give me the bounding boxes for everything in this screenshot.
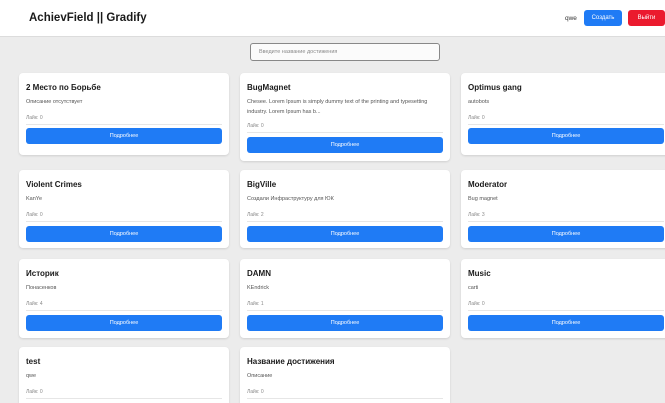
- card-likes: Лайк: 3: [468, 212, 485, 218]
- card-divider: [26, 310, 222, 311]
- card-title: test: [26, 357, 41, 366]
- card-title: Название достижения: [247, 357, 335, 366]
- card-description: KanYe: [26, 196, 43, 202]
- card-divider: [468, 221, 664, 222]
- details-button[interactable]: Подробнее: [468, 226, 664, 242]
- card-title: Music: [468, 269, 491, 278]
- details-button[interactable]: Подробнее: [247, 137, 443, 153]
- app-brand[interactable]: AchievField || Gradify: [29, 12, 147, 24]
- card-likes: Лайк: 0: [468, 301, 485, 307]
- card-description: Bug magnet: [468, 196, 498, 202]
- card-divider: [247, 310, 443, 311]
- details-button[interactable]: Подробнее: [468, 128, 664, 144]
- card-description: KEndrick: [247, 285, 270, 291]
- card-likes: Лайк: 0: [247, 123, 264, 129]
- card-divider: [26, 124, 222, 125]
- card-divider: [247, 398, 443, 399]
- card-likes: Лайк: 4: [26, 301, 43, 307]
- details-button[interactable]: Подробнее: [26, 315, 222, 331]
- achievement-card: BigVille Создали Инфраструктуру для ЮК Л…: [240, 170, 450, 248]
- card-divider: [26, 398, 222, 399]
- username-label: qwe: [565, 15, 577, 22]
- card-likes: Лайк: 0: [26, 115, 43, 121]
- achievement-card: Optimus gang autobots Лайк: 0 Подробнее: [461, 73, 665, 155]
- card-likes: Лайк: 1: [247, 301, 264, 307]
- achievement-card: test qwe Лайк: 0: [19, 347, 229, 403]
- details-button[interactable]: Подробнее: [247, 315, 443, 331]
- card-description: Описание отсутствует: [26, 99, 83, 105]
- card-description: Chesee. Lorem Ipsum is simply dummy text…: [247, 99, 428, 115]
- search-placeholder: Введите название достижения: [259, 49, 338, 55]
- details-button[interactable]: Подробнее: [26, 128, 222, 144]
- achievement-card: DAMN KEndrick Лайк: 1 Подробнее: [240, 259, 450, 338]
- achievement-card: Историк Понасенков Лайк: 4 Подробнее: [19, 259, 229, 338]
- card-title: Violent Crimes: [26, 180, 82, 189]
- card-description: Создали Инфраструктуру для ЮК: [247, 196, 334, 202]
- logout-button[interactable]: Выйти: [628, 10, 665, 26]
- card-title: 2 Место по Борьбе: [26, 83, 101, 92]
- achievement-card: Violent Crimes KanYe Лайк: 0 Подробнее: [19, 170, 229, 248]
- details-button[interactable]: Подробнее: [468, 315, 664, 331]
- card-description: autobots: [468, 99, 490, 105]
- card-divider: [247, 221, 443, 222]
- card-description: Описание: [247, 373, 273, 379]
- search-input[interactable]: Введите название достижения: [250, 43, 440, 61]
- create-button[interactable]: Создать: [584, 10, 622, 26]
- card-divider: [468, 310, 664, 311]
- achievement-card: Music carti Лайк: 0 Подробнее: [461, 259, 665, 338]
- card-divider: [26, 221, 222, 222]
- card-divider: [247, 132, 443, 133]
- top-navbar: AchievField || Gradify qwe Создать Выйти: [0, 0, 665, 37]
- card-title: BugMagnet: [247, 83, 291, 92]
- card-title: Историк: [26, 269, 59, 278]
- card-divider: [468, 124, 664, 125]
- achievement-card: BugMagnet Chesee. Lorem Ipsum is simply …: [240, 73, 450, 161]
- card-title: Optimus gang: [468, 83, 522, 92]
- card-likes: Лайк: 0: [26, 389, 43, 395]
- achievement-card: 2 Место по Борьбе Описание отсутствует Л…: [19, 73, 229, 155]
- achievement-card: Moderator Bug magnet Лайк: 3 Подробнее: [461, 170, 665, 248]
- card-title: Moderator: [468, 180, 508, 189]
- card-likes: Лайк: 0: [468, 115, 485, 121]
- card-likes: Лайк: 2: [247, 212, 264, 218]
- card-likes: Лайк: 0: [247, 389, 264, 395]
- card-description: qwe: [26, 373, 37, 379]
- card-description: Понасенков: [26, 285, 57, 291]
- card-likes: Лайк: 0: [26, 212, 43, 218]
- details-button[interactable]: Подробнее: [247, 226, 443, 242]
- achievement-card: Название достижения Описание Лайк: 0: [240, 347, 450, 403]
- card-title: DAMN: [247, 269, 271, 278]
- details-button[interactable]: Подробнее: [26, 226, 222, 242]
- card-title: BigVille: [247, 180, 277, 189]
- card-description: carti: [468, 285, 479, 291]
